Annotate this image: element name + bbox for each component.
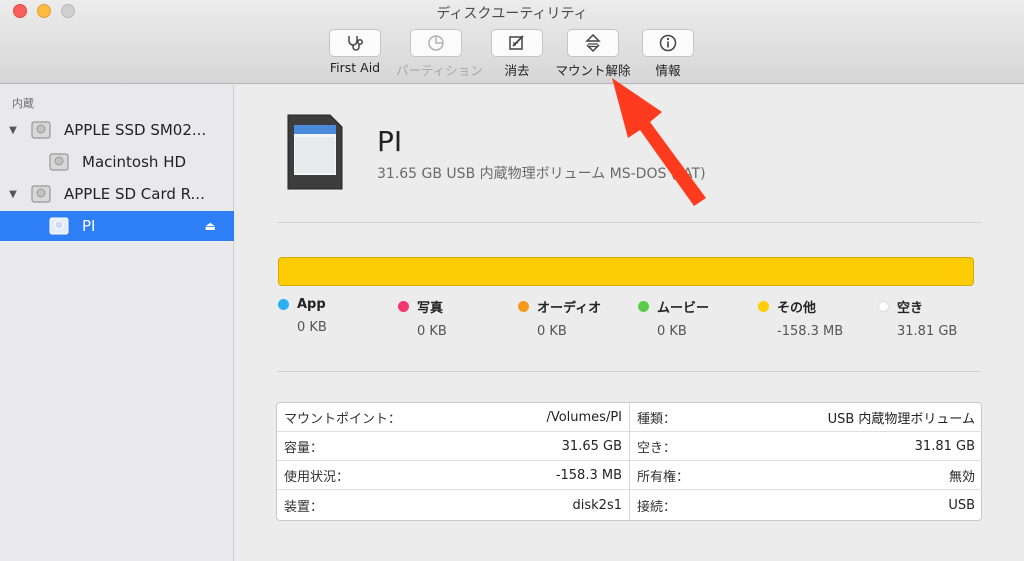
info-column-left: マウントポイント：/Volumes/PI 容量： 31.65 GB 使用状況： -1… xyxy=(277,403,629,520)
volume-icon xyxy=(49,153,69,171)
annotation-arrow xyxy=(612,78,706,206)
sidebar-item-label: Macintosh HD xyxy=(82,153,187,171)
other-color-dot xyxy=(758,301,769,312)
sidebar-section-internal: 内蔵 xyxy=(12,97,34,110)
info-row-owners: 所有権： 無効 xyxy=(630,461,982,490)
erase-button[interactable]: 消去 xyxy=(477,29,557,79)
legend-value: 0 KB xyxy=(417,324,447,339)
info-row-device: 装置： disk2s1 xyxy=(284,498,622,515)
divider xyxy=(277,222,981,223)
sd-card-icon xyxy=(287,114,343,190)
sidebar-item-label: APPLE SD Card R... xyxy=(64,185,205,203)
legend-value: 0 KB xyxy=(657,324,687,339)
pie-partition-icon xyxy=(428,35,444,51)
first-aid-label: First Aid xyxy=(329,60,381,75)
first-aid-button[interactable]: First Aid xyxy=(315,29,395,75)
info-row-capacity: 容量： 31.65 GB xyxy=(277,432,629,461)
sidebar-item-macintosh-hd[interactable]: Macintosh HD xyxy=(0,147,234,177)
info-row-available: 空き： 31.81 GB xyxy=(630,432,982,461)
legend-free: 空き 31.81 GB xyxy=(878,297,988,339)
legend-label: App xyxy=(297,297,326,312)
sidebar-item-pi[interactable]: PI ⏏ xyxy=(0,211,234,241)
partition-button[interactable]: パーティション xyxy=(396,29,483,79)
partition-label: パーティション xyxy=(396,63,483,78)
hard-disk-icon xyxy=(31,121,51,139)
info-column-right: 種類： USB 内蔵物理ボリューム 空き： 31.81 GB 所有権： 無効 接続： U… xyxy=(629,403,982,520)
legend-label: オーディオ xyxy=(537,301,602,316)
movies-color-dot xyxy=(638,301,649,312)
info-table: マウントポイント：/Volumes/PI 容量： 31.65 GB 使用状況： -1… xyxy=(276,402,982,521)
info-row-type: 種類： USB 内蔵物理ボリューム xyxy=(630,403,982,432)
info-row-used: 使用状況： -158.3 MB xyxy=(277,461,629,490)
sidebar-item-apple-ssd[interactable]: ▼ APPLE SSD SM02... xyxy=(0,115,234,145)
stethoscope-icon xyxy=(348,36,363,51)
legend-app: App 0 KB xyxy=(278,297,388,335)
usage-bar xyxy=(278,257,974,286)
info-row-connection: 接続： USB xyxy=(637,498,975,515)
window-titlebar: ディスクユーティリティ First Aid パーティション 消去 マウント解除 … xyxy=(0,0,1024,84)
legend-label: 写真 xyxy=(417,301,444,316)
disclosure-triangle-icon[interactable]: ▼ xyxy=(2,125,24,136)
sidebar-item-label: PI xyxy=(82,217,96,235)
info-row-mount-point: マウントポイント：/Volumes/PI xyxy=(277,403,629,432)
volume-icon xyxy=(49,217,69,235)
legend-audio: オーディオ 0 KB xyxy=(518,297,628,339)
legend-label: その他 xyxy=(777,301,817,316)
volume-name: PI xyxy=(377,125,403,158)
photos-color-dot xyxy=(398,301,409,312)
sidebar-item-label: APPLE SSD SM02... xyxy=(64,121,207,139)
divider xyxy=(277,371,981,372)
legend-photos: 写真 0 KB xyxy=(398,297,508,339)
legend-value: -158.3 MB xyxy=(777,324,844,339)
free-color-dot xyxy=(878,301,889,312)
hard-disk-icon xyxy=(31,185,51,203)
eject-icon[interactable]: ⏏ xyxy=(205,219,216,233)
legend-value: 0 KB xyxy=(537,324,567,339)
window-title: ディスクユーティリティ xyxy=(436,6,588,22)
disclosure-triangle-icon[interactable]: ▼ xyxy=(2,189,24,200)
legend-label: ムービー xyxy=(657,301,710,316)
sidebar-item-apple-sd-card[interactable]: ▼ APPLE SD Card R... xyxy=(0,179,234,209)
app-color-dot xyxy=(278,299,289,310)
audio-color-dot xyxy=(518,301,529,312)
info-icon xyxy=(659,34,677,52)
legend-value: 0 KB xyxy=(297,320,327,335)
unmount-icon xyxy=(585,33,601,53)
erase-icon xyxy=(509,35,524,50)
sidebar: 内蔵 ▼ APPLE SSD SM02... Macintosh HD ▼ AP… xyxy=(0,85,234,561)
legend-movies: ムービー 0 KB xyxy=(638,297,748,339)
legend-value: 31.81 GB xyxy=(897,324,958,339)
legend-other: その他 -158.3 MB xyxy=(758,297,868,339)
legend-label: 空き xyxy=(897,301,924,316)
erase-label: 消去 xyxy=(504,63,530,78)
